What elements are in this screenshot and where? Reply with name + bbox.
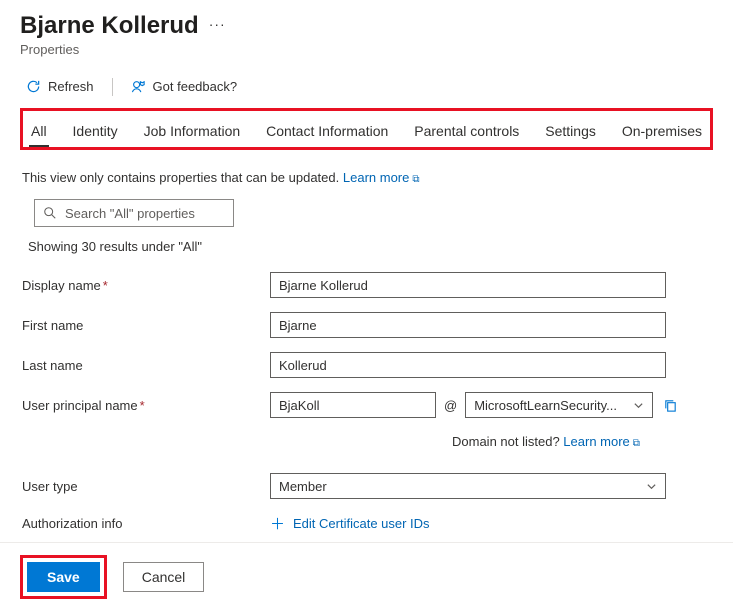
copy-upn-button[interactable] <box>661 396 680 415</box>
display-name-input[interactable] <box>270 272 666 298</box>
toolbar-divider <box>112 78 113 96</box>
feedback-label: Got feedback? <box>153 79 238 94</box>
upn-input[interactable] <box>270 392 436 418</box>
tab-parental-controls[interactable]: Parental controls <box>412 117 521 145</box>
auth-info-label: Authorization info <box>22 516 270 531</box>
info-text: This view only contains properties that … <box>22 170 339 185</box>
external-link-icon: ⧉ <box>412 174 419 185</box>
tab-on-premises[interactable]: On-premises <box>620 117 704 145</box>
more-actions-button[interactable]: ··· <box>209 16 226 37</box>
cancel-button[interactable]: Cancel <box>123 562 205 592</box>
tab-bar: All Identity Job Information Contact Inf… <box>25 113 708 145</box>
chevron-down-icon <box>646 481 657 492</box>
results-count: Showing 30 results under "All" <box>28 239 713 254</box>
domain-help-text: Domain not listed? <box>452 434 560 449</box>
tab-all[interactable]: All <box>29 117 49 145</box>
first-name-label: First name <box>22 318 270 333</box>
upn-domain-value: MicrosoftLearnSecurity... <box>474 398 617 413</box>
display-name-label: Display name* <box>22 278 270 293</box>
refresh-icon <box>26 79 41 94</box>
first-name-input[interactable] <box>270 312 666 338</box>
search-icon <box>43 206 57 220</box>
page-title: Bjarne Kollerud <box>20 12 199 40</box>
save-highlight: Save <box>20 555 107 599</box>
last-name-input[interactable] <box>270 352 666 378</box>
external-link-icon: ⧉ <box>633 438 640 449</box>
chevron-down-icon <box>633 400 644 411</box>
search-input-wrapper[interactable] <box>34 199 234 227</box>
last-name-label: Last name <box>22 358 270 373</box>
user-type-select[interactable]: Member <box>270 473 666 499</box>
user-type-value: Member <box>279 479 327 494</box>
upn-at-symbol: @ <box>444 398 457 413</box>
plus-icon: ＋ <box>270 513 285 534</box>
refresh-button[interactable]: Refresh <box>20 75 100 98</box>
tab-contact-information[interactable]: Contact Information <box>264 117 390 145</box>
feedback-button[interactable]: Got feedback? <box>125 75 244 98</box>
save-button[interactable]: Save <box>27 562 100 592</box>
user-type-label: User type <box>22 479 270 494</box>
tabs-highlight: All Identity Job Information Contact Inf… <box>20 108 713 150</box>
info-text-row: This view only contains properties that … <box>22 170 711 185</box>
refresh-label: Refresh <box>48 79 94 94</box>
tab-identity[interactable]: Identity <box>71 117 120 145</box>
upn-label: User principal name* <box>22 398 270 413</box>
domain-learn-more-link[interactable]: Learn more⧉ <box>563 434 640 449</box>
learn-more-link[interactable]: Learn more⧉ <box>343 170 420 185</box>
tab-job-information[interactable]: Job Information <box>142 117 243 145</box>
search-input[interactable] <box>65 206 241 221</box>
feedback-icon <box>131 79 146 94</box>
tab-settings[interactable]: Settings <box>543 117 598 145</box>
edit-certificate-label: Edit Certificate user IDs <box>293 516 430 531</box>
upn-domain-select[interactable]: MicrosoftLearnSecurity... <box>465 392 653 418</box>
page-subtitle: Properties <box>20 42 713 57</box>
edit-certificate-button[interactable]: ＋ Edit Certificate user IDs <box>270 513 430 534</box>
